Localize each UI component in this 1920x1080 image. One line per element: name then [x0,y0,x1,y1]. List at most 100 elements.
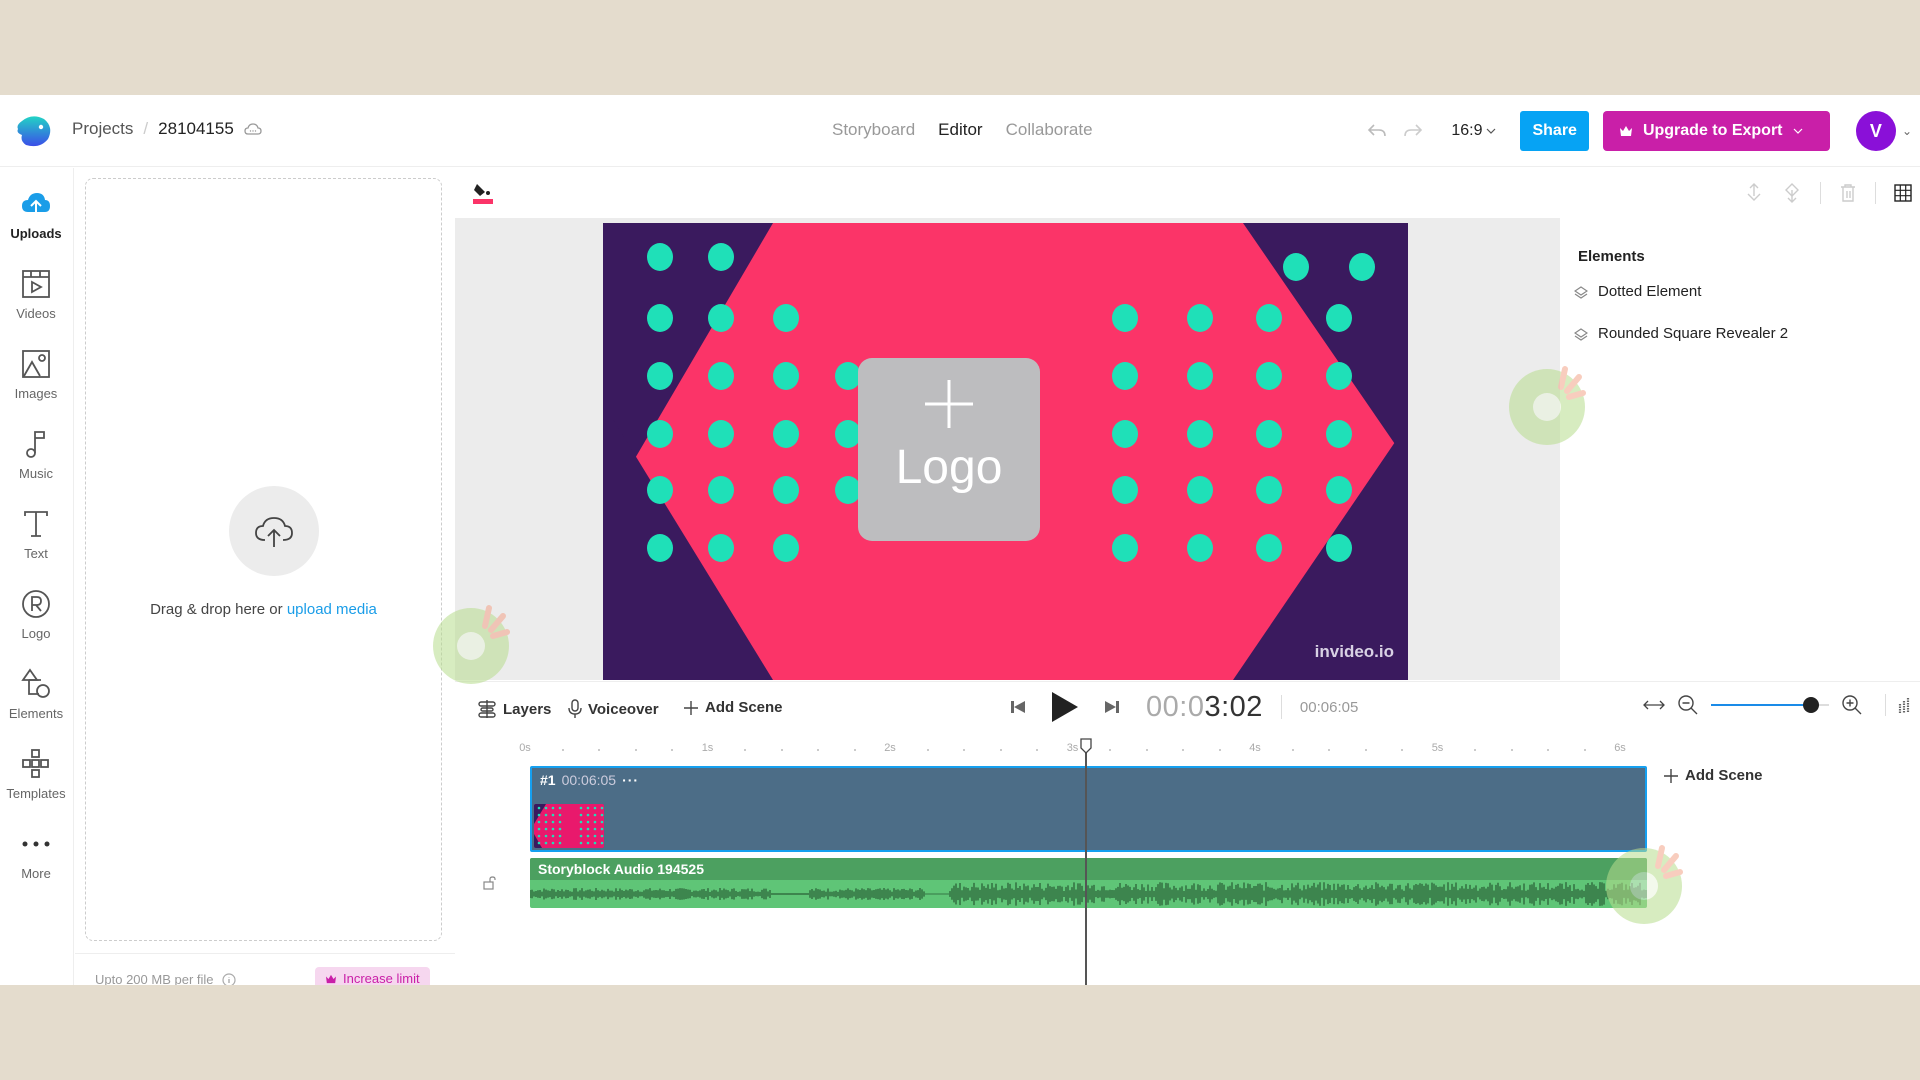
canvas-dot [773,476,799,504]
ruler-dot [634,749,637,751]
project-id[interactable]: 28104155 [158,119,234,139]
thumbnail-dot [579,827,583,831]
increase-limit-button[interactable]: Increase limit [315,967,430,985]
redo-icon[interactable] [1401,119,1425,143]
playhead-handle-icon[interactable] [1080,738,1092,754]
thumbnail-dot [593,813,597,817]
element-item[interactable]: Rounded Square Revealer 2 [1574,325,1788,342]
drop-instructions: Drag & drop here or upload media [86,601,441,618]
scene-more-icon[interactable]: ··· [622,772,639,788]
canvas-dot [1112,534,1138,562]
sidebar-label: Templates [6,786,66,801]
upload-limit: Upto 200 MB per file [95,972,236,985]
thumbnail-dot [537,834,541,838]
sidebar-item-elements[interactable]: Elements [0,668,72,721]
skip-back-icon[interactable] [1010,699,1026,715]
undo-icon[interactable] [1365,119,1389,143]
audio-track[interactable]: Storyblock Audio 194525 [530,858,1647,908]
scene-thumbnail-art [534,804,604,848]
scene-track[interactable]: #1 00:06:05 ··· [530,766,1647,852]
canvas-dot [773,362,799,390]
sidebar-item-logo[interactable]: Logo [0,588,72,641]
sidebar-item-templates[interactable]: Templates [0,748,72,801]
sidebar-item-uploads[interactable]: Uploads [0,188,72,241]
layers-icon [1574,327,1588,341]
ruler-dot [817,749,819,751]
microphone-icon [568,699,582,718]
upload-dropzone[interactable]: Drag & drop here or upload media [85,178,442,941]
add-scene-button[interactable]: Add Scene [683,699,783,716]
cloud-upload-icon [22,193,50,215]
thumbnail-dot [600,806,604,810]
sidebar-item-videos[interactable]: Videos [0,268,72,321]
thumbnail-dot [579,834,583,838]
upgrade-to-export-button[interactable]: Upgrade to Export [1602,111,1830,151]
canvas-stage: Logo invideo.io [455,168,1560,680]
delete-icon[interactable] [1839,183,1857,203]
video-icon [22,270,50,298]
timeline-ruler[interactable]: 0s 1s 2s 3s 4s 5s 6s [455,742,1920,762]
playhead[interactable] [1080,738,1092,985]
sidebar-item-text[interactable]: Text [0,508,72,561]
toolbar-divider [1875,182,1876,204]
unlock-icon[interactable] [483,876,497,890]
ruler-dot [1510,749,1513,751]
canvas-dot [1326,476,1352,504]
canvas-dot [1256,534,1282,562]
tab-collaborate[interactable]: Collaborate [1006,120,1093,140]
canvas-dot [647,362,673,390]
audio-levels-icon[interactable] [1898,696,1912,714]
thumbnail-dot [586,834,590,838]
layers-button[interactable]: Layers [477,699,551,719]
sidebar-item-music[interactable]: Music [0,428,72,481]
background-color-icon[interactable] [471,180,495,206]
thumbnail-dot [593,820,597,824]
user-avatar[interactable]: V [1855,111,1896,151]
crown-icon [1619,126,1632,136]
scene-thumbnail[interactable] [534,804,604,848]
mode-tabs: Storyboard Editor Collaborate [832,120,1093,140]
element-label: Dotted Element [1598,283,1702,300]
invideo-logo-icon[interactable] [14,111,54,151]
fit-width-icon[interactable] [1643,699,1665,711]
voiceover-label: Voiceover [588,700,659,718]
playback-controls: 00:03:02 00:06:05 [1010,690,1358,724]
thumbnail-dot [586,813,590,817]
canvas-dot [1326,304,1352,332]
video-preview[interactable]: Logo invideo.io [603,223,1408,680]
tab-editor[interactable]: Editor [938,120,982,140]
timeline-zoom-slider[interactable] [1711,697,1829,713]
share-button[interactable]: Share [1520,111,1589,151]
logo-placeholder[interactable]: Logo [858,358,1040,541]
ruler-dot [780,749,783,751]
timeline-toolbar: Layers Voiceover Add Scene 00:03:02 00:0… [455,682,1920,738]
canvas-dot [1349,253,1375,281]
add-scene-end-button[interactable]: Add Scene [1663,767,1763,784]
shapes-icon [21,668,50,698]
voiceover-button[interactable]: Voiceover [568,699,659,719]
canvas-dot [647,534,673,562]
upload-button[interactable] [229,486,319,576]
plus-icon [1664,768,1678,783]
thumbnail-dot [558,813,562,817]
zoom-out-icon[interactable] [1677,694,1699,716]
info-icon[interactable] [221,972,236,986]
thumbnail-dot [551,834,555,838]
zoom-in-icon[interactable] [1841,694,1863,716]
layers-icon [1574,285,1588,299]
sidebar-item-more[interactable]: More [0,828,72,881]
avatar-menu-chevron-icon[interactable]: ⌄ [1902,124,1912,138]
breadcrumb-projects[interactable]: Projects [72,119,133,139]
timeline-zoom-controls [1643,694,1920,716]
upload-media-link[interactable]: upload media [287,601,377,618]
skip-forward-icon[interactable] [1104,699,1120,715]
zoom-slider-knob[interactable] [1803,697,1820,713]
play-icon[interactable] [1050,690,1080,724]
send-backward-icon[interactable] [1782,182,1802,204]
bring-forward-icon[interactable] [1744,182,1764,204]
tab-storyboard[interactable]: Storyboard [832,120,915,140]
aspect-ratio-dropdown[interactable]: 16:9 [1451,122,1496,140]
grid-icon[interactable] [1894,184,1912,202]
sidebar-item-images[interactable]: Images [0,348,72,401]
element-item[interactable]: Dotted Element [1574,283,1701,300]
